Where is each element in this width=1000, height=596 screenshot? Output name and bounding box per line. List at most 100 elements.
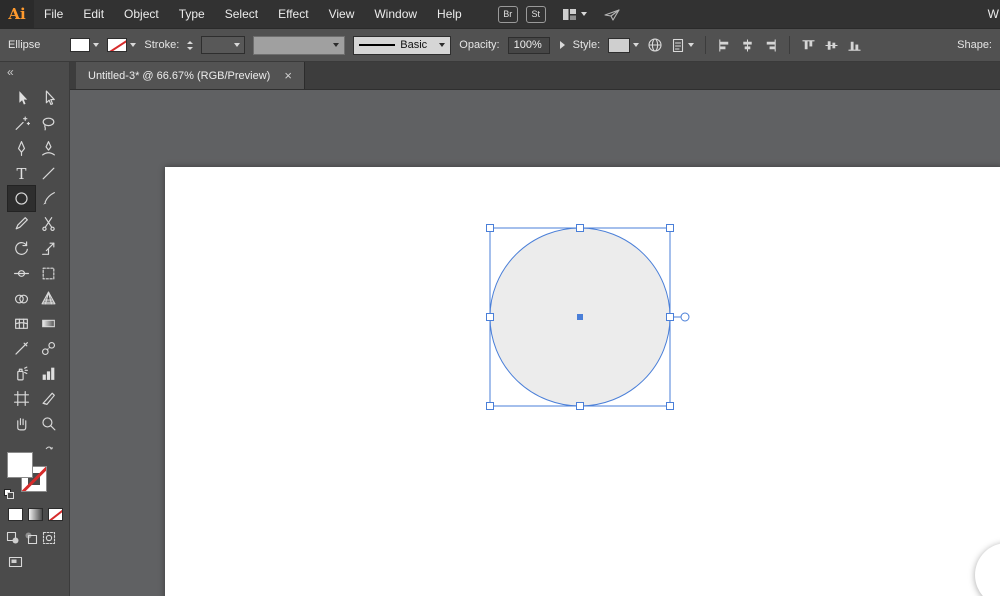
swap-fill-stroke-icon[interactable] xyxy=(43,444,55,456)
brush-definition-value: Basic xyxy=(400,39,427,51)
document-setup-button[interactable] xyxy=(671,38,694,53)
handle-bottom-center[interactable] xyxy=(577,403,584,410)
align-horizontal-right-icon[interactable] xyxy=(763,38,778,53)
ellipse-tool-icon xyxy=(13,190,30,207)
tool-magic-wand[interactable] xyxy=(8,111,35,136)
selection-tool-icon xyxy=(13,90,30,107)
handle-middle-right[interactable] xyxy=(667,314,674,321)
menu-object[interactable]: Object xyxy=(114,7,169,21)
tool-scale[interactable] xyxy=(35,236,62,261)
pie-widget-handle[interactable] xyxy=(681,313,689,321)
tool-scissors[interactable] xyxy=(35,211,62,236)
handle-top-center[interactable] xyxy=(577,225,584,232)
brush-definition-dropdown[interactable]: Basic xyxy=(353,36,451,55)
collapse-panel-button[interactable]: « xyxy=(0,62,69,86)
tool-column-graph[interactable] xyxy=(35,361,62,386)
fill-swatch[interactable] xyxy=(70,38,90,52)
screen-mode-button[interactable] xyxy=(8,555,69,572)
handle-middle-left[interactable] xyxy=(487,314,494,321)
draw-normal-icon[interactable] xyxy=(6,531,20,545)
handle-bottom-right[interactable] xyxy=(667,403,674,410)
handle-top-right[interactable] xyxy=(667,225,674,232)
align-vertical-top-icon[interactable] xyxy=(801,38,816,53)
tool-pencil[interactable] xyxy=(8,211,35,236)
handle-top-left[interactable] xyxy=(487,225,494,232)
default-fill-stroke-icon[interactable] xyxy=(4,489,15,500)
tool-ellipse[interactable] xyxy=(8,186,35,211)
bridge-button[interactable]: Br xyxy=(498,6,518,23)
document-tab[interactable]: Untitled-3* @ 66.67% (RGB/Preview) × xyxy=(76,62,305,89)
tool-free-transform[interactable] xyxy=(35,261,62,286)
tool-line-segment[interactable] xyxy=(35,161,62,186)
draw-inside-icon[interactable] xyxy=(42,531,56,545)
align-vertical-bottom-icon[interactable] xyxy=(847,38,862,53)
tool-rotate[interactable] xyxy=(8,236,35,261)
menu-window[interactable]: Window xyxy=(364,7,427,21)
tool-pen[interactable] xyxy=(8,136,35,161)
tool-direct-selection[interactable] xyxy=(35,86,62,111)
arrange-documents-icon xyxy=(562,7,577,22)
menu-view[interactable]: View xyxy=(319,7,365,21)
menu-edit[interactable]: Edit xyxy=(73,7,114,21)
gradient-button[interactable] xyxy=(28,508,43,521)
align-vertical-center-icon[interactable] xyxy=(824,38,839,53)
paint-buttons xyxy=(8,508,69,521)
tool-paintbrush[interactable] xyxy=(35,186,62,211)
tool-blend[interactable] xyxy=(35,336,62,361)
menu-type[interactable]: Type xyxy=(169,7,215,21)
chevron-down-icon xyxy=(688,43,694,47)
stock-button[interactable]: St xyxy=(526,6,546,23)
chevron-down-icon xyxy=(130,43,136,47)
stroke-weight-stepper[interactable] xyxy=(187,41,193,50)
app-logo[interactable]: Ai xyxy=(0,0,34,28)
workspace-label[interactable]: W xyxy=(988,7,1000,21)
tool-hand[interactable] xyxy=(8,411,35,436)
tool-lasso[interactable] xyxy=(35,111,62,136)
center-point-handle[interactable] xyxy=(577,314,583,320)
tool-curvature[interactable] xyxy=(35,136,62,161)
chevron-down-icon xyxy=(333,43,339,47)
stepper-down-icon[interactable] xyxy=(187,47,193,50)
tool-artboard[interactable] xyxy=(8,386,35,411)
graphic-style-dropdown[interactable] xyxy=(608,38,639,53)
menu-effect[interactable]: Effect xyxy=(268,7,318,21)
tool-eyedropper[interactable] xyxy=(8,336,35,361)
share-icon xyxy=(603,7,621,22)
opacity-expand-arrow[interactable] xyxy=(560,41,565,49)
stroke-none-swatch[interactable] xyxy=(107,38,127,52)
stepper-up-icon[interactable] xyxy=(187,41,193,44)
tool-symbol-sprayer[interactable] xyxy=(8,361,35,386)
opacity-field[interactable]: 100% xyxy=(508,37,550,54)
menu-file[interactable]: File xyxy=(34,7,73,21)
tool-width[interactable] xyxy=(8,261,35,286)
menu-help[interactable]: Help xyxy=(427,7,472,21)
close-icon[interactable]: × xyxy=(284,69,292,82)
share-button[interactable] xyxy=(603,7,621,22)
fill-color-dropdown[interactable] xyxy=(70,38,99,52)
color-button[interactable] xyxy=(8,508,23,521)
fill-proxy-swatch[interactable] xyxy=(7,452,33,478)
tool-perspective-grid[interactable] xyxy=(35,286,62,311)
align-horizontal-center-icon[interactable] xyxy=(740,38,755,53)
tool-slice[interactable] xyxy=(35,386,62,411)
draw-behind-icon[interactable] xyxy=(24,531,38,545)
style-swatch[interactable] xyxy=(608,38,630,53)
tool-zoom[interactable] xyxy=(35,411,62,436)
separator xyxy=(789,36,790,54)
none-button[interactable] xyxy=(48,508,63,521)
tool-shape-builder[interactable] xyxy=(8,286,35,311)
pencil-tool-icon xyxy=(13,215,30,232)
align-horizontal-left-icon[interactable] xyxy=(717,38,732,53)
chevron-down-icon xyxy=(633,43,639,47)
canvas[interactable] xyxy=(70,90,1000,596)
stroke-weight-dropdown[interactable] xyxy=(201,36,245,54)
handle-bottom-left[interactable] xyxy=(487,403,494,410)
tool-mesh[interactable] xyxy=(8,311,35,336)
tool-type[interactable]: T xyxy=(8,161,35,186)
tool-gradient[interactable] xyxy=(35,311,62,336)
tool-selection[interactable] xyxy=(8,86,35,111)
document-setup-globe-icon[interactable] xyxy=(647,37,663,53)
arrange-documents-button[interactable] xyxy=(562,7,587,22)
stroke-color-dropdown[interactable] xyxy=(107,38,136,52)
menu-select[interactable]: Select xyxy=(215,7,268,21)
